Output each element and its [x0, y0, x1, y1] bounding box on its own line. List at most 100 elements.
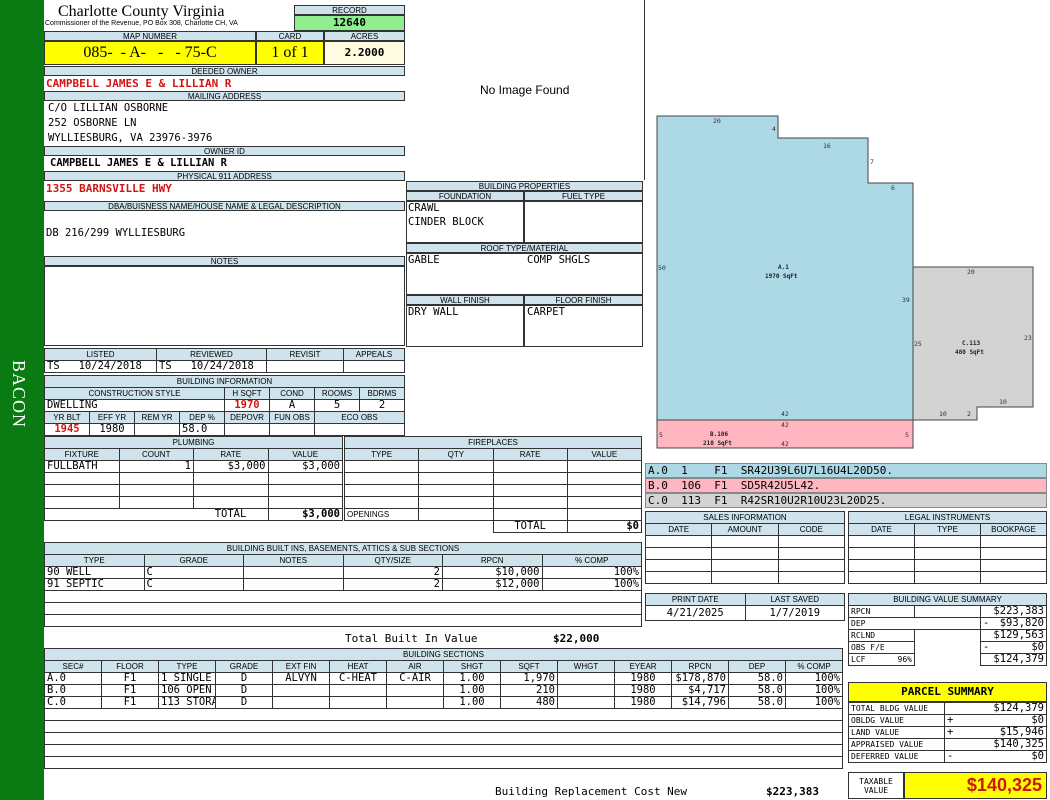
col-header: AIR: [386, 660, 444, 673]
acres-label: ACRES: [324, 31, 405, 41]
plumbing-empty: [267, 496, 343, 509]
sales-empty: [777, 571, 846, 584]
builtin-total-label: Total Built In Value: [345, 632, 478, 645]
bvs-rpcn-label: RPCN: [848, 605, 915, 618]
section-c-label: C.113: [962, 340, 980, 347]
dim-label: 5: [659, 431, 663, 439]
listed-value: TS 10/24/2018: [44, 360, 157, 373]
openings-label: OPENINGS: [343, 508, 420, 521]
listed-label: LISTED: [44, 348, 157, 361]
rooms-label: ROOMS: [314, 387, 360, 400]
record-label: RECORD: [294, 5, 405, 15]
rpcn-cell: $178,870: [671, 672, 729, 685]
plumbing-title: PLUMBING: [44, 436, 343, 449]
section-c-area: 480 SqFt: [955, 349, 984, 356]
acres-value: 2.2000: [324, 41, 405, 65]
sales-empty: [644, 559, 713, 572]
funobs-value: [269, 423, 315, 436]
air-cell: [386, 684, 444, 697]
legal-table: LEGAL INSTRUMENTS DATE TYPE BOOKPAGE: [848, 511, 1047, 584]
fp-empty: [343, 496, 420, 509]
bvs-lcf: $124,379: [980, 653, 1047, 666]
whgt-cell: [557, 696, 615, 709]
bi-empty: [44, 614, 642, 627]
bi-grade: C: [143, 578, 244, 591]
col-header: DEP: [728, 660, 786, 673]
deeded-owner: CAMPBELL JAMES E & LILLIAN R: [46, 77, 232, 90]
dep-cell: 58.0: [728, 696, 786, 709]
record-number: 12640: [294, 15, 405, 31]
sales-code-label: CODE: [777, 523, 846, 536]
sales-table: SALES INFORMATION DATE AMOUNT CODE: [644, 511, 846, 584]
dim-label: 20: [967, 268, 975, 276]
value-label: VALUE: [267, 448, 343, 461]
fp-empty: [418, 508, 494, 521]
fp-empty: [492, 472, 568, 485]
fp-empty: [566, 460, 643, 473]
dep-cell: 58.0: [728, 684, 786, 697]
sec-empty: [44, 708, 843, 721]
col-header: SHGT: [443, 660, 501, 673]
plumbing-empty: [193, 472, 269, 485]
fp-rate-label: RATE: [492, 448, 568, 461]
dim-label: 39: [902, 296, 910, 304]
sales-empty: [777, 559, 846, 572]
dep-cell: 58.0: [728, 672, 786, 685]
table-row: 90 WELL C 2 $10,000 100%: [44, 566, 642, 579]
eyear-cell: 1980: [614, 684, 672, 697]
legal-empty: [914, 571, 981, 584]
sales-empty: [711, 571, 779, 584]
legal-book-label: BOOKPAGE: [980, 523, 1047, 536]
yrblt-label: YR BLT: [44, 411, 90, 424]
legal-empty: [980, 547, 1047, 560]
bi-qty: 2: [342, 566, 443, 579]
dim-label: 42: [781, 421, 789, 429]
obldg: $0: [1031, 714, 1044, 726]
sqft-cell: 480: [500, 696, 558, 709]
comp-cell: 100%: [785, 672, 843, 685]
ext-cell: [272, 696, 330, 709]
legend-row-a: A.0 1 F1 SR42U39L6U7L16U4L20D50.: [645, 463, 1047, 478]
appeals-value: [343, 360, 405, 373]
bvs-obs-cell: - $0: [980, 641, 1047, 654]
mailing-line-3: WYLLIESBURG, VA 23976-3976: [48, 132, 213, 144]
table-row: 91 SEPTIC C 2 $12,000 100%: [44, 578, 642, 591]
bvs-lcf-cell: LCF 96%: [848, 653, 915, 666]
sales-empty: [711, 547, 779, 560]
fp-type-label: TYPE: [343, 448, 420, 461]
replacement-cost-label: Building Replacement Cost New: [495, 785, 688, 798]
builtins-table: BUILDING BUILT INS, BASEMENTS, ATTICS & …: [44, 542, 642, 627]
air-cell: C-AIR: [386, 672, 444, 685]
roof-type: GABLE: [408, 254, 440, 266]
wall-finish: DRY WALL: [408, 306, 459, 318]
bi-comp: 100%: [541, 566, 642, 579]
legal-empty: [914, 535, 981, 548]
fp-empty: [566, 508, 643, 521]
tbv: $124,379: [944, 702, 1047, 715]
bi-qty-label: QTY/SIZE: [342, 554, 443, 567]
fp-empty: [492, 460, 568, 473]
dim-label: 5: [905, 431, 909, 439]
fp-empty: [566, 472, 643, 485]
value-value: $3,000: [267, 460, 343, 473]
fireplaces-table: FIREPLACES TYPE QTY RATE VALUE OPENINGS TOT…: [343, 436, 643, 533]
legend-row-b: B.0 106 F1 SD5R42U5L42.: [645, 478, 1047, 493]
last-saved-label: LAST SAVED: [744, 593, 845, 606]
legal-date-label: DATE: [848, 523, 915, 536]
bvs-rclnd: $129,563: [980, 629, 1047, 642]
count-value: 1: [118, 460, 194, 473]
bi-grade: C: [143, 566, 244, 579]
taxable-label-2: VALUE: [863, 786, 889, 795]
floor-finish: CARPET: [527, 306, 565, 318]
deferred: $0: [1031, 750, 1044, 762]
building-value-summary: BUILDING VALUE SUMMARY RPCN $223,383 DEP -…: [848, 593, 1047, 666]
col-header: EYEAR: [614, 660, 672, 673]
sales-empty: [644, 547, 713, 560]
dim-label: 25: [914, 340, 922, 348]
dim-label: 6: [891, 184, 895, 192]
physical-address: 1355 BARNSVILLE HWY: [46, 182, 172, 195]
col-header: % COMP: [785, 660, 843, 673]
sqft-cell: 1,970: [500, 672, 558, 685]
bvs-spacer: [915, 654, 981, 666]
legal-empty: [980, 559, 1047, 572]
